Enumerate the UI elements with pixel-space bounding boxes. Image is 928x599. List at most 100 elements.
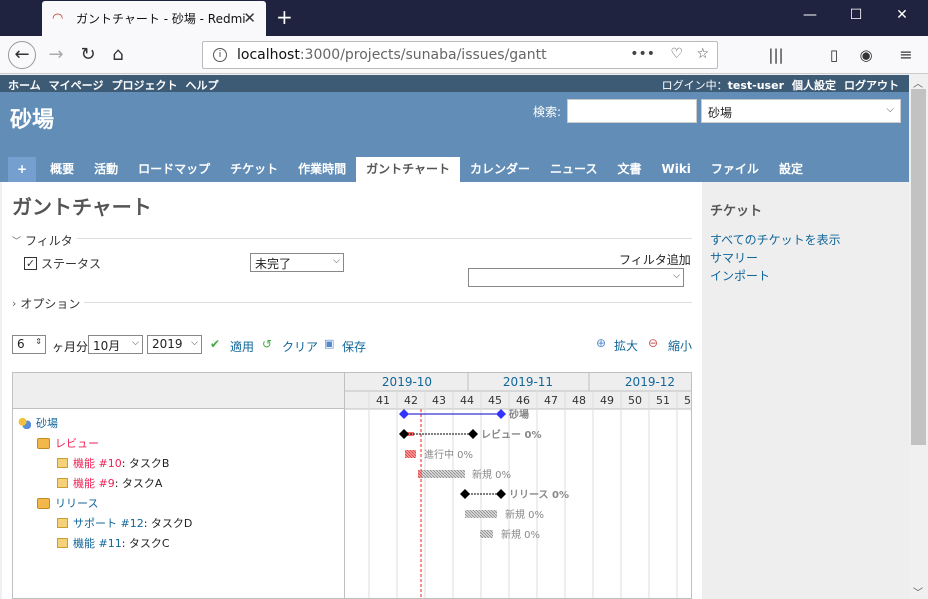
- top-menu-projects[interactable]: プロジェクト: [111, 77, 177, 93]
- tab-activity[interactable]: 活動: [84, 157, 128, 182]
- gantt-issue-bar[interactable]: [422, 470, 465, 478]
- page-scrollbar[interactable]: ︿ ﹀: [909, 75, 928, 599]
- add-filter-select[interactable]: ⌵: [468, 268, 684, 287]
- close-tab-icon[interactable]: ✕: [243, 9, 256, 27]
- search-input[interactable]: [567, 99, 697, 123]
- back-icon[interactable]: ←: [8, 41, 36, 69]
- year-value: 2019: [152, 337, 183, 351]
- gantt-week-label: 50: [628, 394, 642, 407]
- menu-icon[interactable]: ≡: [892, 41, 920, 69]
- tab-settings[interactable]: 設定: [769, 157, 813, 182]
- bookmark-star-icon[interactable]: ☆: [696, 46, 709, 62]
- gantt-issue-bar[interactable]: [465, 510, 497, 518]
- tab-documents[interactable]: 文書: [607, 157, 651, 182]
- issue-title: : タスクD: [143, 517, 193, 530]
- maximize-icon[interactable]: ☐: [846, 7, 866, 23]
- gantt-issue-bar[interactable]: [405, 450, 416, 458]
- version-icon: [37, 437, 50, 449]
- issue-link[interactable]: #10: [99, 457, 122, 470]
- zoom-out-link[interactable]: 縮小: [668, 337, 692, 354]
- tab-calendar[interactable]: カレンダー: [460, 157, 540, 182]
- issue-title: : タスクC: [121, 537, 170, 550]
- my-account-link[interactable]: 個人設定: [792, 77, 836, 93]
- stepper-icon[interactable]: ⇕: [35, 337, 42, 346]
- month-select[interactable]: 10月 ⌵: [88, 335, 143, 354]
- tab-wiki[interactable]: Wiki: [651, 157, 700, 182]
- tab-files[interactable]: ファイル: [701, 157, 769, 182]
- status-operator-select[interactable]: 未完了 ⌵: [250, 253, 344, 272]
- gantt-bar-label: レビュー 0%: [481, 428, 541, 441]
- project-jump-select[interactable]: 砂場 ⌵: [701, 99, 901, 123]
- apply-link[interactable]: 適用: [230, 338, 254, 355]
- gantt-row-version: レビュー: [37, 433, 99, 453]
- issue-link[interactable]: #9: [99, 477, 115, 490]
- version-link[interactable]: リリース: [55, 495, 98, 511]
- gantt-issue-late-bar[interactable]: [418, 470, 422, 478]
- logged-in-user[interactable]: test-user: [728, 79, 784, 92]
- sidebar-link-summary[interactable]: サマリー: [710, 249, 758, 266]
- status-checkbox[interactable]: ✓: [24, 257, 37, 270]
- close-window-icon[interactable]: ✕: [892, 7, 912, 23]
- gantt-week-label: 52: [684, 394, 692, 407]
- scrollbar-thumb[interactable]: [911, 89, 926, 445]
- gantt-bar-label: 砂場: [508, 408, 529, 421]
- gantt-svg: 2019-10 2019-11 2019-12 41 42 43 44 45 46 47 48…: [345, 373, 692, 598]
- issue-title: : タスクB: [121, 457, 170, 470]
- options-legend[interactable]: › オプション: [12, 295, 85, 312]
- sidebar-toggle-icon[interactable]: ▯: [820, 41, 848, 69]
- browser-titlebar: ◠ ガントチャート - 砂場 - Redmine ✕ + — ☐ ✕: [0, 0, 928, 36]
- site-info-icon[interactable]: i: [213, 48, 227, 62]
- chevron-down-icon: ⌵: [132, 338, 139, 348]
- home-icon[interactable]: ⌂: [104, 41, 132, 69]
- tab-news[interactable]: ニュース: [540, 157, 607, 182]
- zoom-in-link[interactable]: 拡大: [614, 337, 638, 354]
- top-menu-help[interactable]: ヘルプ: [185, 77, 218, 93]
- gantt-bar-label: 新規 0%: [505, 508, 544, 521]
- months-input[interactable]: 6 ⇕: [12, 335, 46, 354]
- page-actions-icon[interactable]: •••: [630, 46, 655, 62]
- gantt-week-label: 46: [516, 394, 530, 407]
- forward-icon[interactable]: →: [42, 41, 70, 69]
- gantt-project-end-marker: [496, 409, 506, 419]
- chevron-down-icon: ⌵: [191, 338, 198, 348]
- logout-link[interactable]: ログアウト: [844, 77, 899, 93]
- library-icon[interactable]: |||: [762, 41, 790, 69]
- save-link[interactable]: 保存: [342, 338, 366, 355]
- url-bar[interactable]: i localhost :3000/projects/sunaba/issues…: [202, 41, 718, 69]
- pocket-icon[interactable]: ♡: [670, 46, 683, 62]
- reload-icon[interactable]: ↻: [74, 41, 102, 69]
- new-tab-button[interactable]: +: [276, 5, 293, 29]
- tab-issues[interactable]: チケット: [220, 157, 288, 182]
- browser-tab[interactable]: ◠ ガントチャート - 砂場 - Redmine ✕: [42, 1, 266, 36]
- filter-legend-label: フィルタ: [25, 234, 73, 248]
- minimize-icon[interactable]: —: [800, 7, 820, 23]
- issue-title: : タスクA: [114, 477, 163, 490]
- scroll-up-icon[interactable]: ︿: [913, 75, 923, 90]
- scroll-down-icon[interactable]: ﹀: [913, 584, 923, 599]
- gantt-issue-bar[interactable]: [480, 530, 493, 538]
- issue-link[interactable]: #12: [121, 517, 144, 530]
- clear-link[interactable]: クリア: [282, 338, 318, 355]
- sidebar-link-import[interactable]: インポート: [710, 267, 770, 284]
- account-icon[interactable]: ◉: [852, 41, 880, 69]
- options-legend-label: オプション: [20, 297, 81, 311]
- tab-time-entries[interactable]: 作業時間: [288, 157, 356, 182]
- sidebar-link-all-issues[interactable]: すべてのチケットを表示: [710, 231, 841, 248]
- tab-gantt[interactable]: ガントチャート: [356, 157, 461, 182]
- filter-legend[interactable]: ﹀ フィルタ: [12, 232, 77, 249]
- version-link[interactable]: レビュー: [55, 435, 99, 451]
- issue-tracker: サポート: [73, 517, 117, 530]
- top-menu-home[interactable]: ホーム: [8, 77, 41, 93]
- tab-overview[interactable]: 概要: [40, 157, 84, 182]
- issue-link[interactable]: #11: [99, 537, 122, 550]
- tab-roadmap[interactable]: ロードマップ: [128, 157, 220, 182]
- gantt-row-issue: 機能 #11: タスクC: [57, 533, 170, 553]
- sidebar: チケット すべてのチケットを表示 サマリー インポート: [702, 182, 909, 599]
- top-menu-mypage[interactable]: マイページ: [49, 77, 104, 93]
- gantt-week-label: 42: [404, 394, 418, 407]
- project-link[interactable]: 砂場: [36, 415, 58, 431]
- year-select[interactable]: 2019 ⌵: [147, 335, 202, 354]
- project-title[interactable]: 砂場: [10, 102, 54, 134]
- reload-icon: ↺: [262, 337, 273, 351]
- new-object-button[interactable]: +: [8, 157, 37, 182]
